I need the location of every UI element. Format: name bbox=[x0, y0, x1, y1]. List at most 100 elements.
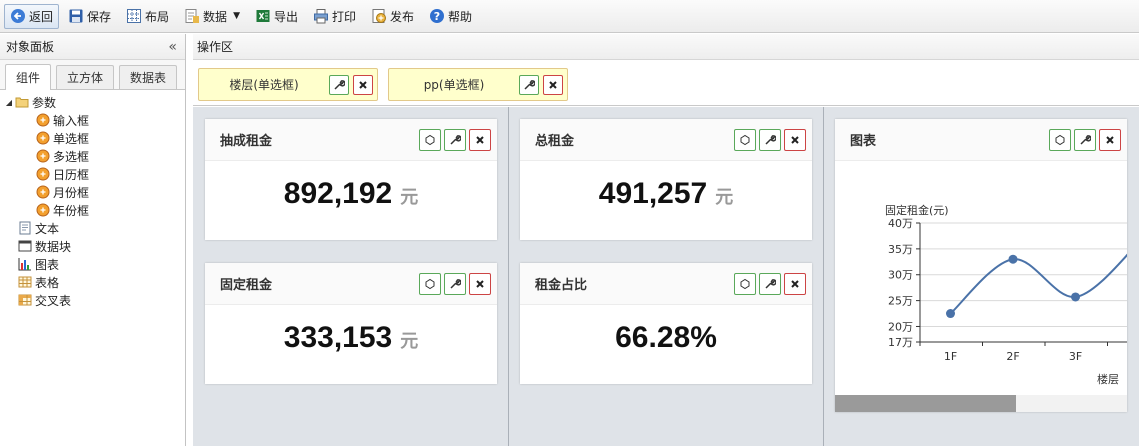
object-panel-title: 对象面板 bbox=[6, 40, 55, 54]
style-icon[interactable] bbox=[734, 128, 756, 151]
card-header: 固定租金 bbox=[205, 263, 497, 305]
close-icon[interactable] bbox=[784, 128, 806, 151]
close-icon[interactable] bbox=[353, 74, 373, 95]
metric-value: 491,257 bbox=[598, 177, 708, 210]
export-label: 导出 bbox=[273, 9, 298, 24]
tree-node-param-year[interactable]: 年份框 bbox=[0, 201, 185, 219]
wrench-icon[interactable] bbox=[519, 74, 539, 95]
close-icon[interactable] bbox=[469, 128, 491, 151]
tree-node-param-month[interactable]: 月份框 bbox=[0, 183, 185, 201]
tab-components[interactable]: 组件 bbox=[5, 64, 52, 90]
crosstab-icon bbox=[18, 293, 32, 307]
param-icon bbox=[36, 167, 50, 181]
card-title: 抽成租金 bbox=[220, 134, 273, 149]
tree-node-chart[interactable]: 图表 bbox=[0, 255, 185, 273]
tree-node-datablock[interactable]: 数据块 bbox=[0, 237, 185, 255]
tree-node-label: 输入框 bbox=[53, 113, 90, 128]
close-icon[interactable] bbox=[784, 272, 806, 295]
datablock-icon bbox=[18, 239, 32, 253]
chart-axes bbox=[919, 223, 1127, 343]
card-rent-ratio[interactable]: 租金占比 66.28% bbox=[520, 263, 812, 384]
save-button[interactable]: 保存 bbox=[62, 4, 117, 29]
style-icon[interactable] bbox=[419, 128, 441, 151]
param-icon bbox=[36, 185, 50, 199]
collapse-icon[interactable]: « bbox=[168, 39, 177, 55]
toolbar: 返回 保存 布局 数据 ▼ 导出 打印 发布 ? 帮助 bbox=[0, 0, 1139, 33]
card-chart[interactable]: 图表 固定租金(元) 楼层 17万 20万 25万 30万 35万 40万 1F 2F 3F bbox=[835, 119, 1127, 412]
tree-node-param-input[interactable]: 输入框 bbox=[0, 111, 185, 129]
wrench-icon[interactable] bbox=[444, 272, 466, 295]
style-icon[interactable] bbox=[419, 272, 441, 295]
chart-series bbox=[946, 253, 1127, 319]
filter-bar: 楼层(单选框) pp(单选框) bbox=[193, 61, 1139, 106]
tree-node-label: 年份框 bbox=[53, 203, 90, 218]
filter-floor[interactable]: 楼层(单选框) bbox=[198, 68, 378, 101]
chart-scrollbar[interactable] bbox=[835, 395, 1127, 412]
card-total-rent[interactable]: 总租金 491,257 元 bbox=[520, 119, 812, 240]
object-panel-tabs: 组件 立方体 数据表 bbox=[0, 60, 185, 90]
print-label: 打印 bbox=[332, 9, 357, 24]
tree-node-table[interactable]: 表格 bbox=[0, 273, 185, 291]
tab-cube[interactable]: 立方体 bbox=[56, 65, 115, 89]
tree-node-param-date[interactable]: 日历框 bbox=[0, 165, 185, 183]
wrench-icon[interactable] bbox=[444, 128, 466, 151]
style-icon[interactable] bbox=[1049, 128, 1071, 151]
help-button[interactable]: ? 帮助 bbox=[423, 4, 478, 29]
y-tick-label: 40万 bbox=[888, 217, 913, 230]
publish-button[interactable]: 发布 bbox=[365, 4, 420, 29]
card-actions bbox=[731, 272, 806, 295]
card-actions bbox=[731, 128, 806, 151]
filter-pp[interactable]: pp(单选框) bbox=[388, 68, 568, 101]
data-point bbox=[1008, 254, 1018, 264]
x-tick-label: 1F bbox=[944, 350, 957, 363]
data-button[interactable]: 数据 ▼ bbox=[178, 4, 246, 29]
wrench-icon[interactable] bbox=[759, 272, 781, 295]
work-area-title: 操作区 bbox=[197, 40, 234, 54]
tree-node-crosstab[interactable]: 交叉表 bbox=[0, 291, 185, 309]
tree-node-label: 月份框 bbox=[53, 185, 90, 200]
metric: 333,153 元 bbox=[205, 321, 497, 355]
tree-node-param-checkbox[interactable]: 多选框 bbox=[0, 147, 185, 165]
card-commission-rent[interactable]: 抽成租金 892,192 元 bbox=[205, 119, 497, 240]
metric: 491,257 元 bbox=[520, 177, 812, 211]
card-header: 租金占比 bbox=[520, 263, 812, 305]
back-button[interactable]: 返回 bbox=[4, 3, 60, 29]
publish-icon bbox=[371, 8, 387, 24]
card-actions bbox=[416, 272, 491, 295]
work-area-header: 操作区 bbox=[193, 34, 1139, 60]
tree-node-params[interactable]: ◢ 参数 bbox=[0, 93, 185, 111]
tree-node-text[interactable]: 文本 bbox=[0, 219, 185, 237]
close-icon[interactable] bbox=[543, 74, 563, 95]
save-label: 保存 bbox=[87, 9, 112, 24]
expand-icon[interactable]: ◢ bbox=[3, 98, 15, 107]
export-button[interactable]: 导出 bbox=[249, 4, 304, 29]
text-doc-icon bbox=[18, 221, 32, 235]
tree-node-param-radio[interactable]: 单选框 bbox=[0, 129, 185, 147]
card-fixed-rent[interactable]: 固定租金 333,153 元 bbox=[205, 263, 497, 384]
metric: 892,192 元 bbox=[205, 177, 497, 211]
metric-unit: 元 bbox=[400, 187, 419, 208]
layout-button[interactable]: 布局 bbox=[120, 4, 175, 29]
card-header: 总租金 bbox=[520, 119, 812, 161]
card-actions bbox=[1046, 128, 1121, 151]
style-icon[interactable] bbox=[734, 272, 756, 295]
close-icon[interactable] bbox=[1099, 128, 1121, 151]
scrollbar-thumb[interactable] bbox=[835, 395, 1016, 412]
tree-node-label: 图表 bbox=[35, 257, 60, 272]
tab-datatable[interactable]: 数据表 bbox=[119, 65, 178, 89]
wrench-icon[interactable] bbox=[1074, 128, 1096, 151]
x-tick-label: 2F bbox=[1006, 350, 1019, 363]
y-tick-label: 20万 bbox=[888, 320, 913, 333]
wrench-icon[interactable] bbox=[759, 128, 781, 151]
wrench-icon[interactable] bbox=[329, 74, 349, 95]
metric-unit: 元 bbox=[715, 187, 734, 208]
data-point bbox=[1071, 292, 1080, 302]
bar-chart-icon bbox=[18, 257, 32, 271]
print-button[interactable]: 打印 bbox=[307, 4, 362, 29]
data-point bbox=[946, 309, 955, 319]
canvas-area: 抽成租金 892,192 元 固定租金 333,153 元 总租金 491,25… bbox=[193, 107, 1139, 446]
chevron-down-icon: ▼ bbox=[233, 11, 240, 21]
tree-node-label: 日历框 bbox=[53, 167, 90, 182]
close-icon[interactable] bbox=[469, 272, 491, 295]
save-icon bbox=[68, 8, 84, 24]
